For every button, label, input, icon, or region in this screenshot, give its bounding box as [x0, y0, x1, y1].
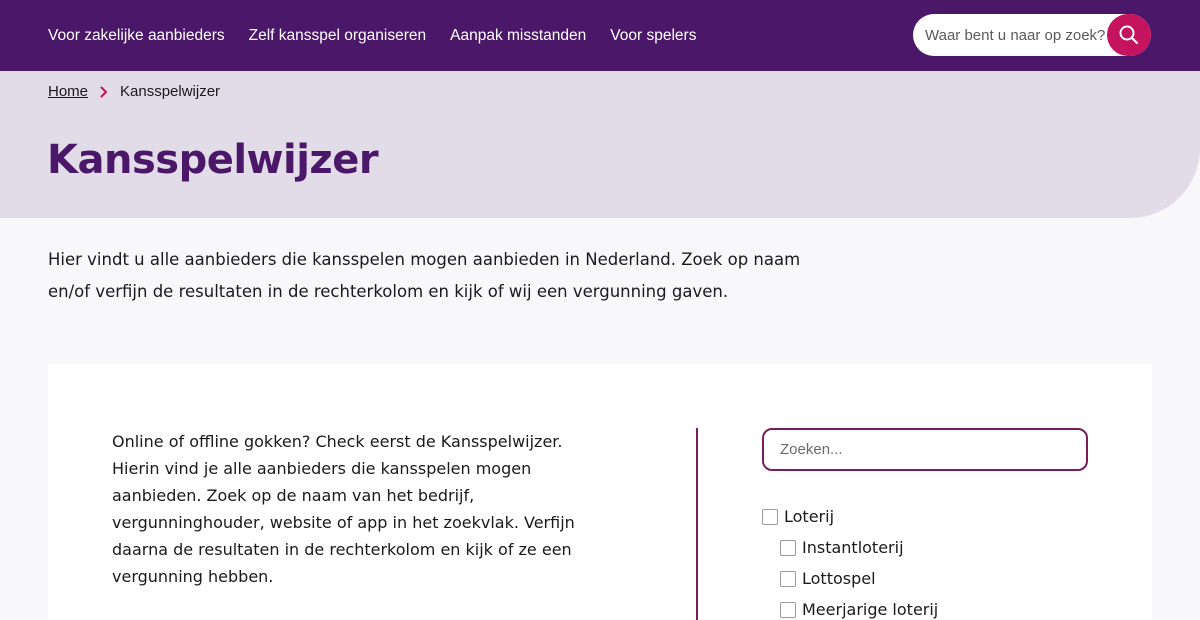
card-description: Online of offline gokken? Check eerst de…	[112, 428, 592, 590]
card-description-line: vergunning hebben.	[112, 567, 274, 586]
checkbox[interactable]	[762, 508, 778, 525]
breadcrumb-home-link[interactable]: Home	[48, 83, 88, 100]
filter-label: Lottospel	[802, 569, 876, 588]
breadcrumb: Home Kansspelwijzer	[48, 83, 220, 100]
site-search-input[interactable]	[913, 14, 1109, 56]
filter-label: Loterij	[784, 507, 835, 526]
page-header: Home Kansspelwijzer Kansspelwijzer	[0, 71, 1200, 218]
intro-line: en/of verfijn de resultaten in de rechte…	[48, 282, 729, 301]
filter-loterij[interactable]: Loterij	[762, 501, 938, 532]
column-divider	[696, 428, 698, 620]
nav-link-voor-spelers[interactable]: Voor spelers	[610, 27, 696, 45]
nav-link-aanpak-misstanden[interactable]: Aanpak misstanden	[450, 27, 586, 45]
search-icon	[1119, 25, 1139, 45]
filter-label: Meerjarige loterij	[802, 600, 939, 619]
main-menu: Voor zakelijke aanbieders Zelf kansspel …	[48, 0, 696, 71]
filter-label: Instantloterij	[802, 538, 904, 557]
card-description-line: vergunninghouder, website of app in het …	[112, 513, 575, 532]
card-description-line: Hierin vind je alle aanbieders die kanss…	[112, 459, 532, 478]
nav-link-zakelijke-aanbieders[interactable]: Voor zakelijke aanbieders	[48, 27, 225, 45]
filter-meerjarige-loterij[interactable]: Meerjarige loterij	[762, 594, 938, 620]
site-search	[913, 14, 1151, 56]
nav-link-zelf-kansspel-organiseren[interactable]: Zelf kansspel organiseren	[249, 27, 427, 45]
provider-search-input[interactable]	[762, 428, 1088, 471]
checkbox[interactable]	[780, 539, 796, 556]
card-description-line: Online of offline gokken? Check eerst de…	[112, 432, 563, 451]
intro-line: Hier vindt u alle aanbieders die kansspe…	[48, 250, 801, 269]
checkbox[interactable]	[780, 601, 796, 618]
search-card: Online of offline gokken? Check eerst de…	[48, 364, 1152, 620]
site-search-button[interactable]	[1107, 14, 1151, 56]
card-description-line: daarna de resultaten in de rechterkolom …	[112, 540, 572, 559]
page-title: Kansspelwijzer	[47, 137, 379, 183]
filter-instantloterij[interactable]: Instantloterij	[762, 532, 938, 563]
filter-lottospel[interactable]: Lottospel	[762, 563, 938, 594]
card-description-line: aanbieden. Zoek op de naam van het bedri…	[112, 486, 475, 505]
breadcrumb-current: Kansspelwijzer	[120, 83, 221, 100]
chevron-right-icon	[100, 86, 108, 98]
checkbox[interactable]	[780, 570, 796, 587]
filter-list: Loterij Instantloterij Lottospel Meerjar…	[762, 501, 938, 620]
top-navigation: Voor zakelijke aanbieders Zelf kansspel …	[0, 0, 1200, 71]
intro-text: Hier vindt u alle aanbieders die kansspe…	[48, 244, 808, 308]
